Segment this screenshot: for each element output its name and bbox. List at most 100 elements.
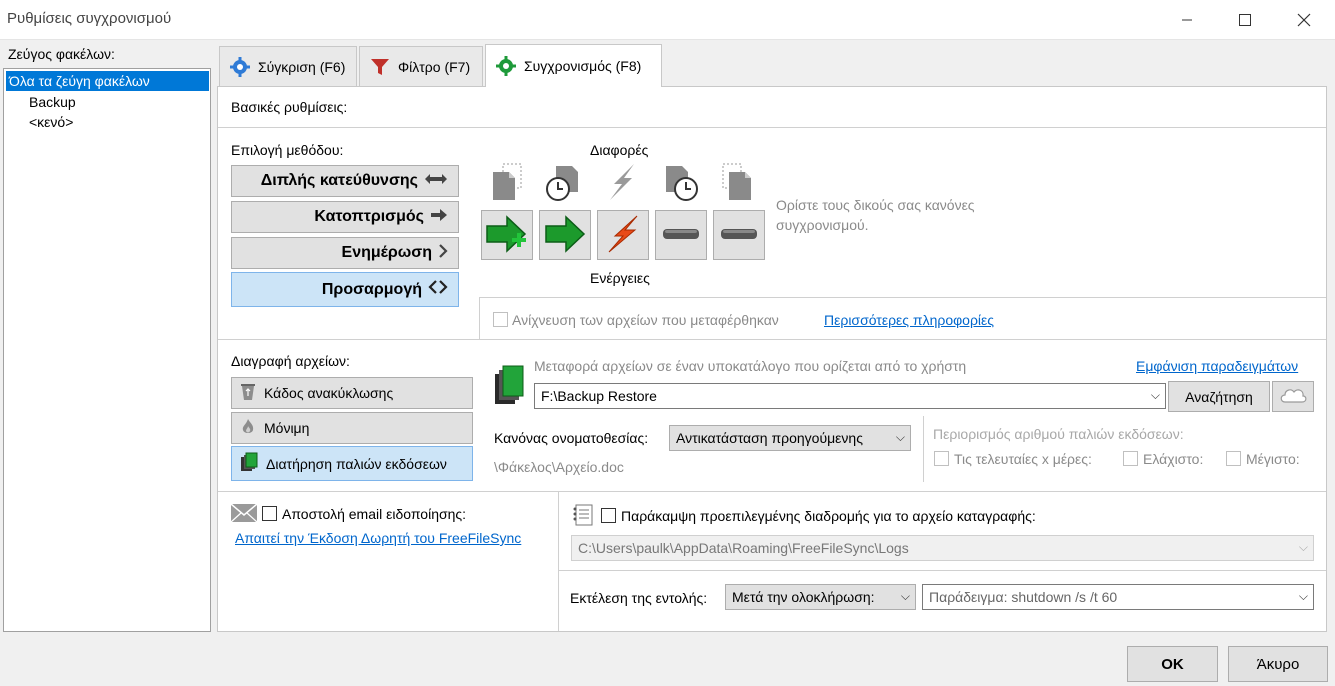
run-command-input[interactable]: Παράδειγμα: shutdown /s /t 60 ⌵ (922, 584, 1314, 610)
detect-moved-label: Ανίχνευση των αρχείων που μεταφέρθηκαν (512, 312, 779, 328)
action-none-2-button[interactable] (713, 210, 765, 260)
close-icon[interactable] (1276, 0, 1332, 40)
chevron-down-icon: ⌵ (895, 430, 905, 444)
method-label: Επιλογή μεθόδου: (231, 142, 344, 158)
funnel-icon (370, 57, 390, 77)
action-none-button[interactable] (655, 210, 707, 260)
two-way-arrow-icon (424, 172, 448, 191)
chevron-down-icon: ⌵ (1298, 589, 1308, 603)
detect-moved-checkbox[interactable] (493, 312, 508, 327)
envelope-icon (230, 503, 258, 526)
folder-pair-backup[interactable]: Backup (26, 92, 79, 112)
donation-edition-link[interactable]: Απαιτεί την Έκδοση Δωρητή του FreeFileSy… (235, 530, 521, 546)
log-override-checkbox[interactable] (601, 508, 616, 523)
tab-synchronize-label: Συγχρονισμός (F8) (524, 58, 642, 74)
chevron-down-icon: ⌵ (1150, 388, 1160, 402)
method-update-button[interactable]: Ενημέρωση (231, 237, 459, 269)
cancel-button[interactable]: Άκυρο (1228, 646, 1328, 682)
divider (218, 339, 1326, 340)
right-arrow-icon (430, 208, 448, 227)
flame-icon (240, 418, 256, 439)
chevron-down-icon: ⌵ (900, 589, 910, 603)
run-command-when-select[interactable]: Μετά την ολοκλήρωση: ⌵ (725, 584, 916, 610)
log-override-label: Παράκαμψη προεπιλεγμένης διαδρομής για τ… (621, 508, 1036, 524)
versions-icon (240, 452, 258, 475)
green-arrow-right-icon (543, 214, 587, 257)
versioning-folder-icon (493, 364, 525, 409)
title-bar: Ρυθμίσεις συγχρονισμού (0, 0, 1335, 40)
divider (559, 570, 1326, 571)
method-mirror-button[interactable]: Κατοπτρισμός (231, 201, 459, 233)
show-examples-link[interactable]: Εμφάνιση παραδειγμάτων (1136, 358, 1298, 374)
folder-pair-all[interactable]: Όλα τα ζεύγη φακέλων (6, 71, 209, 91)
limit-max-checkbox[interactable] (1226, 451, 1241, 466)
gear-blue-icon (230, 56, 250, 77)
run-command-label: Εκτέλεση της εντολής: (570, 590, 708, 606)
log-file-icon (571, 503, 595, 530)
chevron-right-icon (438, 243, 448, 263)
browse-button[interactable]: Αναζήτηση (1168, 381, 1270, 412)
custom-chevrons-icon (428, 280, 448, 299)
no-action-bar-icon (661, 226, 701, 245)
limit-max-label: Μέγιστο: (1246, 451, 1300, 467)
naming-example: \Φάκελος\Αρχείο.doc (494, 459, 624, 475)
differences-label: Διαφορές (590, 142, 649, 158)
conflict-bolt-icon (600, 160, 644, 204)
divider (479, 297, 480, 339)
chevron-down-icon: ⌵ (1298, 540, 1308, 554)
limit-min-label: Ελάχιστο: (1143, 451, 1204, 467)
divider (479, 297, 1326, 298)
maximize-icon[interactable] (1217, 0, 1273, 40)
method-two-way-button[interactable]: Διπλής κατεύθυνσης (231, 165, 459, 197)
delete-files-label: Διαγραφή αρχείων: (231, 353, 350, 369)
tab-compare[interactable]: Σύγκριση (F6) (219, 46, 357, 86)
limit-min-checkbox[interactable] (1123, 451, 1138, 466)
folder-pair-label: Ζεύγος φακέλων: (8, 46, 115, 62)
cloud-icon (1278, 386, 1308, 407)
limit-days-checkbox[interactable] (934, 451, 949, 466)
recycle-bin-icon (240, 383, 256, 404)
action-conflict-button[interactable] (597, 210, 649, 260)
green-arrow-plus-icon (485, 214, 529, 257)
tab-compare-label: Σύγκριση (F6) (258, 58, 346, 75)
cloud-button[interactable] (1272, 381, 1314, 412)
left-only-file-icon (485, 160, 529, 204)
right-only-file-icon (715, 160, 759, 204)
divider (218, 491, 1326, 492)
minimize-icon[interactable] (1159, 0, 1215, 40)
versioning-hint: Μεταφορά αρχείων σε έναν υποκατάλογο που… (534, 358, 967, 374)
method-custom-button[interactable]: Προσαρμογή (231, 272, 459, 307)
gear-green-icon (496, 56, 516, 76)
naming-rule-label: Κανόνας ονοματοθεσίας: (494, 430, 649, 446)
divider (558, 491, 559, 631)
right-newer-file-icon (658, 160, 702, 204)
actions-label: Ενέργειες (590, 270, 650, 286)
window-title: Ρυθμίσεις συγχρονισμού (7, 10, 172, 27)
no-action-bar-icon (719, 226, 759, 245)
more-info-link[interactable]: Περισσότερες πληροφορίες (824, 312, 994, 328)
delete-versioning-button[interactable]: Διατήρηση παλιών εκδόσεων (231, 446, 473, 481)
delete-recycle-bin-button[interactable]: Κάδος ανακύκλωσης (231, 377, 473, 409)
log-path-input[interactable]: C:\Users\paulk\AppData\Roaming\FreeFileS… (571, 535, 1314, 561)
left-newer-file-icon (542, 160, 586, 204)
versioning-path-input[interactable]: F:\Backup Restore ⌵ (534, 383, 1166, 409)
version-limit-label: Περιορισμός αριθμού παλιών εκδόσεων: (933, 426, 1184, 442)
email-notification-label: Αποστολή email ειδοποίησης: (282, 506, 467, 522)
folder-pair-empty[interactable]: <κενό> (26, 112, 76, 132)
action-create-right-button[interactable] (481, 210, 533, 260)
divider (923, 416, 924, 482)
folder-pair-list[interactable]: Όλα τα ζεύγη φακέλων Backup <κενό> (3, 68, 211, 632)
divider (218, 127, 1326, 128)
naming-rule-select[interactable]: Αντικατάσταση προηγούμενης ⌵ (669, 425, 911, 451)
tab-filter[interactable]: Φίλτρο (F7) (359, 46, 483, 86)
tab-filter-label: Φίλτρο (F7) (398, 58, 471, 75)
limit-days-label: Τις τελευταίες x μέρες: (954, 451, 1092, 467)
custom-rules-hint: Ορίστε τους δικούς σας κανόνες συγχρονισ… (776, 197, 975, 233)
red-bolt-icon (603, 214, 643, 257)
delete-permanent-button[interactable]: Μόνιμη (231, 412, 473, 444)
tab-synchronize[interactable]: Συγχρονισμός (F8) (485, 44, 662, 87)
ok-button[interactable]: OK (1127, 646, 1218, 682)
basic-settings-heading: Βασικές ρυθμίσεις: (231, 99, 348, 115)
email-notification-checkbox[interactable] (262, 506, 277, 521)
action-update-right-button[interactable] (539, 210, 591, 260)
